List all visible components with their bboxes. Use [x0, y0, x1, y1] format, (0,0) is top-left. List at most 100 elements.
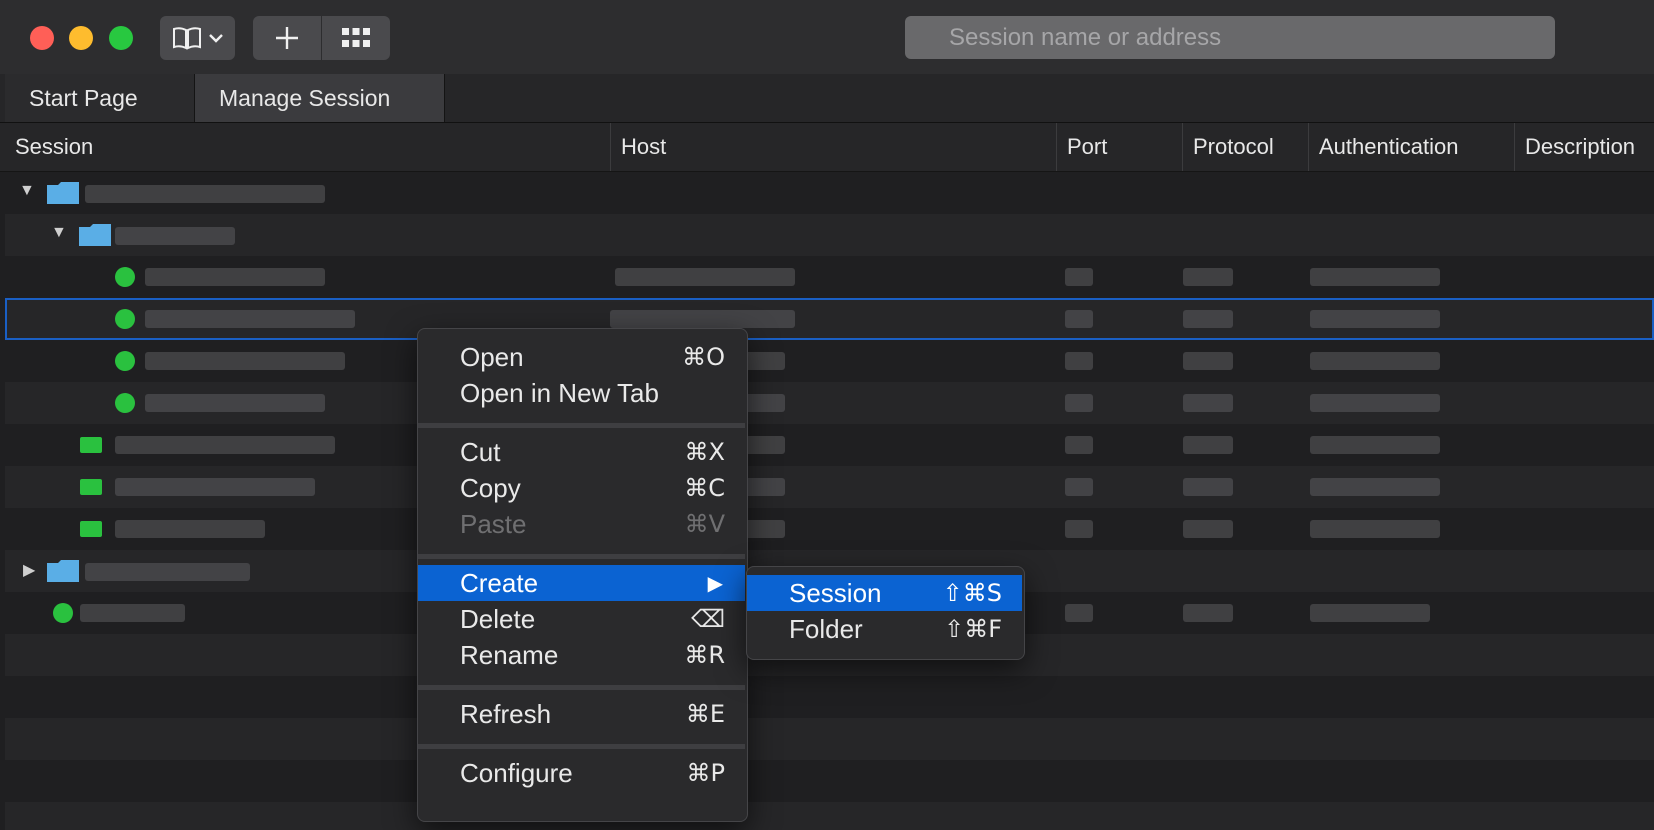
plus-icon	[276, 27, 298, 49]
redacted-text	[115, 436, 335, 454]
redacted-text	[1065, 352, 1093, 370]
submenu-item-session[interactable]: Session ⇧⌘S	[747, 575, 1022, 611]
empty-row	[5, 760, 1654, 802]
redacted-text	[145, 394, 325, 412]
menu-separator	[418, 423, 745, 428]
menu-item-label: Open	[460, 341, 524, 372]
column-header-description[interactable]: Description	[1514, 123, 1654, 171]
menu-item-shortcut: ⇧⌘F	[944, 615, 1002, 643]
menu-item-label: Refresh	[460, 698, 552, 729]
disclosure-collapsed-icon[interactable]: ▶	[23, 560, 35, 580]
menu-separator	[418, 554, 745, 559]
session-list: ▼ ▼ ▶	[5, 172, 1654, 830]
redacted-text	[115, 227, 235, 245]
menu-item-label: Delete	[460, 603, 536, 634]
menu-item-cut[interactable]: Cut ⌘X	[418, 434, 745, 470]
table-row[interactable]	[5, 256, 1654, 298]
column-header-authentication[interactable]: Authentication	[1308, 123, 1514, 171]
menu-item-refresh[interactable]: Refresh ⌘E	[418, 696, 745, 732]
grid-icon	[342, 28, 370, 47]
table-row[interactable]	[5, 466, 1654, 508]
redacted-text	[1310, 394, 1440, 412]
menu-item-delete[interactable]: Delete ⌫	[418, 601, 745, 637]
menu-item-label: Folder	[789, 613, 863, 644]
menu-item-label: Open in New Tab	[460, 377, 659, 408]
redacted-text	[145, 310, 355, 328]
menu-item-copy[interactable]: Copy ⌘C	[418, 470, 745, 506]
minimize-window-button[interactable]	[69, 26, 93, 50]
status-online-icon	[53, 603, 73, 623]
status-online-icon	[80, 521, 102, 537]
status-online-icon	[115, 393, 135, 413]
redacted-text	[1065, 436, 1093, 454]
table-row[interactable]: ▼	[5, 214, 1654, 256]
new-session-button[interactable]	[253, 16, 321, 60]
redacted-text	[145, 268, 325, 286]
tab-bar: Start Page Manage Session	[0, 74, 1654, 123]
column-header-session[interactable]: Session	[5, 123, 610, 171]
menu-item-shortcut: ⌘R	[684, 641, 725, 669]
menu-item-shortcut: ⌘E	[685, 700, 725, 728]
close-window-button[interactable]	[30, 26, 54, 50]
folder-icon	[47, 560, 79, 582]
redacted-text	[1183, 394, 1233, 412]
menu-item-shortcut: ⌫	[691, 605, 725, 633]
empty-row	[5, 802, 1654, 830]
create-submenu: Session ⇧⌘S Folder ⇧⌘F	[746, 566, 1025, 660]
folder-icon	[47, 182, 79, 204]
menu-item-label: Rename	[460, 639, 559, 670]
folder-icon	[79, 224, 111, 246]
grid-view-button[interactable]	[321, 16, 390, 60]
column-header-port[interactable]: Port	[1056, 123, 1182, 171]
menu-item-paste: Paste ⌘V	[418, 506, 745, 542]
submenu-arrow-icon: ▶	[707, 571, 723, 595]
tab-start-page[interactable]: Start Page	[5, 74, 195, 122]
status-online-icon	[115, 351, 135, 371]
table-row[interactable]	[5, 424, 1654, 466]
redacted-text	[85, 185, 325, 203]
table-header: Session Host Port Protocol Authenticatio…	[0, 123, 1654, 172]
column-header-protocol[interactable]: Protocol	[1182, 123, 1308, 171]
column-header-host[interactable]: Host	[610, 123, 1056, 171]
status-online-icon	[80, 479, 102, 495]
disclosure-expanded-icon[interactable]: ▼	[51, 224, 67, 242]
table-row[interactable]: ▼	[5, 172, 1654, 214]
menu-item-configure[interactable]: Configure ⌘P	[418, 755, 745, 791]
table-row-selected[interactable]	[5, 298, 1654, 340]
tab-manage-session[interactable]: Manage Session	[195, 74, 445, 122]
book-icon	[172, 27, 201, 50]
redacted-text	[85, 563, 250, 581]
menu-item-open-in-new-tab[interactable]: Open in New Tab	[418, 375, 745, 411]
menu-item-shortcut: ⇧⌘S	[942, 579, 1002, 607]
menu-item-create[interactable]: Create ▶	[418, 565, 745, 601]
menu-item-rename[interactable]: Rename ⌘R	[418, 637, 745, 673]
table-row[interactable]	[5, 340, 1654, 382]
empty-row	[5, 718, 1654, 760]
redacted-text	[1183, 352, 1233, 370]
menu-item-label: Cut	[460, 436, 501, 467]
redacted-text	[1065, 604, 1093, 622]
redacted-text	[1310, 352, 1440, 370]
menu-item-label: Paste	[460, 508, 527, 539]
menu-item-label: Session	[789, 577, 882, 608]
table-row[interactable]	[5, 508, 1654, 550]
redacted-text	[610, 310, 795, 328]
submenu-item-folder[interactable]: Folder ⇧⌘F	[747, 611, 1022, 647]
session-search-input[interactable]	[905, 16, 1555, 59]
menu-item-label: Configure	[460, 757, 573, 788]
redacted-text	[1310, 604, 1430, 622]
redacted-text	[1183, 268, 1233, 286]
redacted-text	[1065, 478, 1093, 496]
table-row[interactable]	[5, 382, 1654, 424]
redacted-text	[615, 268, 795, 286]
zoom-window-button[interactable]	[109, 26, 133, 50]
menu-item-label: Copy	[460, 472, 521, 503]
menu-item-shortcut: ⌘V	[684, 510, 725, 538]
redacted-text	[115, 520, 265, 538]
menu-item-label: Create	[460, 567, 539, 598]
disclosure-expanded-icon[interactable]: ▼	[19, 182, 35, 200]
redacted-text	[1183, 520, 1233, 538]
bookmarks-menu-button[interactable]	[160, 16, 235, 60]
redacted-text	[115, 478, 315, 496]
menu-item-open[interactable]: Open ⌘O	[418, 339, 745, 375]
